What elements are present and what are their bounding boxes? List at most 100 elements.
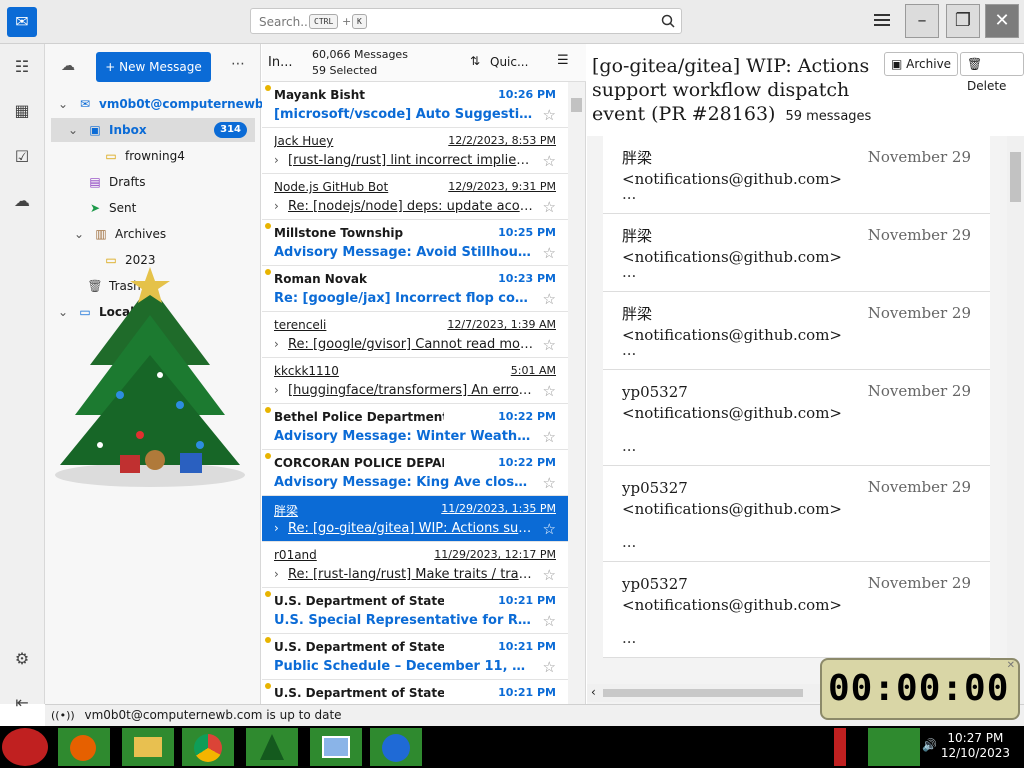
firefox-taskbar-icon[interactable] bbox=[58, 728, 110, 766]
collapse-spaces-icon[interactable]: ⇤ bbox=[11, 692, 33, 714]
message-sender: Jack Huey bbox=[274, 134, 334, 148]
message-row[interactable]: Jack Huey 12/2/2023, 8:53 PM › [rust-lang/r… bbox=[262, 128, 568, 174]
minimize-button[interactable]: – bbox=[905, 4, 939, 38]
volume-icon[interactable]: 🔊 bbox=[922, 738, 937, 752]
settings-gear-icon[interactable]: ⚙ bbox=[11, 648, 33, 670]
image-viewer-taskbar-icon[interactable] bbox=[310, 728, 362, 766]
thread-message-card[interactable]: yp05327 <notifications@github.com> Novemb… bbox=[603, 466, 990, 562]
thread-chevron-icon[interactable]: › bbox=[274, 337, 279, 351]
message-date: 11/29/2023, 12:17 PM bbox=[434, 548, 556, 561]
message-row[interactable]: Millstone Township 10:25 PM Advisory Messa… bbox=[262, 220, 568, 266]
message-sender: U.S. Department of State bbox=[274, 686, 444, 700]
message-row[interactable]: kkckk1110 5:01 AM › [huggingface/transforme… bbox=[262, 358, 568, 404]
folder-sent[interactable]: ➤ Sent bbox=[87, 196, 136, 220]
tray-indicator[interactable] bbox=[834, 728, 846, 766]
star-icon[interactable]: ☆ bbox=[543, 428, 556, 446]
folder-archives[interactable]: ⌄ ▥ Archives bbox=[71, 222, 166, 246]
folder-frowning4-label: frowning4 bbox=[125, 149, 185, 163]
tray-network-icon[interactable] bbox=[868, 728, 920, 766]
message-row[interactable]: U.S. Department of State 10:21 PM U.S. Spe… bbox=[262, 588, 568, 634]
delete-icon: 🗑 bbox=[967, 57, 983, 71]
scroll-thumb[interactable] bbox=[571, 98, 582, 112]
thread-scrollbar[interactable] bbox=[1007, 136, 1024, 704]
thread-message-snippet: ... bbox=[622, 263, 637, 281]
tasks-icon[interactable]: ☑ bbox=[11, 146, 33, 168]
new-message-button[interactable]: + New Message bbox=[96, 52, 211, 82]
star-icon[interactable]: ☆ bbox=[543, 520, 556, 538]
thread-chevron-icon[interactable]: › bbox=[274, 521, 279, 535]
start-button-santa-icon[interactable] bbox=[2, 728, 48, 766]
message-sender: Mayank Bisht bbox=[274, 88, 365, 102]
message-row[interactable]: Bethel Police Department AK 10:22 PM Advis… bbox=[262, 404, 568, 450]
message-list-scrollbar[interactable] bbox=[568, 82, 585, 704]
countdown-timer-widget[interactable]: 00:00:00 ✕ bbox=[820, 658, 1020, 720]
delete-button[interactable]: 🗑 Delete bbox=[960, 52, 1024, 93]
hscroll-thumb[interactable] bbox=[603, 689, 803, 697]
folder-pane-more-icon[interactable]: ⋯ bbox=[231, 56, 245, 72]
account-item[interactable]: ⌄ ✉ vm0b0t@computernewb... bbox=[55, 92, 277, 116]
archive-button[interactable]: ▣ Archive bbox=[884, 52, 959, 76]
taskbar-clock[interactable]: 10:27 PM 12/10/2023 bbox=[941, 731, 1010, 761]
timer-close-icon[interactable]: ✕ bbox=[1007, 660, 1015, 671]
folder-inbox[interactable]: ⌄ ▣ Inbox 314 bbox=[51, 118, 255, 142]
folder-drafts[interactable]: ▤ Drafts bbox=[87, 170, 145, 194]
star-icon[interactable]: ☆ bbox=[543, 658, 556, 676]
unread-dot bbox=[265, 453, 271, 459]
star-icon[interactable]: ☆ bbox=[543, 612, 556, 630]
list-display-options-icon[interactable]: ☰ bbox=[557, 53, 569, 68]
search-icon[interactable] bbox=[661, 14, 675, 28]
message-row[interactable]: terenceli 12/7/2023, 1:39 AM › Re: [google/… bbox=[262, 312, 568, 358]
thread-message-card[interactable]: 胖梁 <notifications@github.com> November 29… bbox=[603, 214, 990, 292]
star-icon[interactable]: ☆ bbox=[543, 106, 556, 124]
thread-message-date: November 29 bbox=[867, 382, 971, 400]
thread-chevron-icon[interactable]: › bbox=[274, 567, 279, 581]
message-row[interactable]: 胖梁 11/29/2023, 1:35 PM › Re: [go-gitea/gite… bbox=[262, 496, 568, 542]
thread-message-card[interactable]: yp05327 <notifications@github.com> Novemb… bbox=[603, 370, 990, 466]
search-input[interactable]: Search... CTRL + K bbox=[250, 8, 682, 34]
thread-message-card[interactable]: 胖梁 <notifications@github.com> November 29… bbox=[603, 292, 990, 370]
star-icon[interactable]: ☆ bbox=[543, 382, 556, 400]
star-icon[interactable]: ☆ bbox=[543, 290, 556, 308]
thread-scroll-thumb[interactable] bbox=[1010, 152, 1021, 202]
message-date: 10:21 PM bbox=[498, 640, 556, 653]
star-icon[interactable]: ☆ bbox=[543, 474, 556, 492]
quick-filter-button[interactable]: Quic... bbox=[490, 55, 528, 69]
address-book-icon[interactable]: ☷ bbox=[11, 56, 33, 78]
chevron-left-icon[interactable]: ‹ bbox=[591, 685, 596, 699]
thread-chevron-icon[interactable]: › bbox=[274, 199, 279, 213]
christmas-tree-taskbar-icon[interactable] bbox=[246, 728, 298, 766]
thread-message-card[interactable]: 胖梁 <notifications@github.com> November 29… bbox=[603, 136, 990, 214]
message-subject: Advisory Message: Avoid Stillhouse goi..… bbox=[274, 245, 534, 260]
star-icon[interactable]: ☆ bbox=[543, 244, 556, 262]
star-icon[interactable]: ☆ bbox=[543, 152, 556, 170]
folder-frowning4[interactable]: ▭ frowning4 bbox=[103, 144, 185, 168]
thread-chevron-icon[interactable]: › bbox=[274, 153, 279, 167]
message-row[interactable]: CORCORAN POLICE DEPARTMENT 10:22 PM Adviso… bbox=[262, 450, 568, 496]
thread-chevron-icon[interactable]: › bbox=[274, 383, 279, 397]
messages-count: 60,066 Messages bbox=[312, 48, 408, 61]
app-menu-icon[interactable] bbox=[874, 12, 890, 28]
selected-count: 59 Selected bbox=[312, 64, 378, 77]
star-icon[interactable]: ☆ bbox=[543, 336, 556, 354]
message-row[interactable]: U.S. Department of State 10:21 PM Public S… bbox=[262, 634, 568, 680]
chrome-taskbar-icon[interactable] bbox=[182, 728, 234, 766]
restore-button[interactable]: ❐ bbox=[946, 4, 980, 38]
message-row[interactable]: r01and 11/29/2023, 12:17 PM › Re: [rust-lan… bbox=[262, 542, 568, 588]
message-date: 10:22 PM bbox=[498, 410, 556, 423]
get-messages-icon[interactable]: ☁ bbox=[61, 58, 75, 74]
calendar-icon[interactable]: ▦ bbox=[11, 100, 33, 122]
star-icon[interactable]: ☆ bbox=[543, 566, 556, 584]
thread-hscroll[interactable]: ‹ bbox=[587, 684, 822, 702]
message-row[interactable]: Mayank Bisht 10:26 PM [microsoft/vscode] A… bbox=[262, 82, 568, 128]
message-row[interactable]: Roman Novak 10:23 PM Re: [google/jax] Inco… bbox=[262, 266, 568, 312]
quick-filter-icon[interactable]: ⇅ bbox=[470, 54, 480, 68]
close-button[interactable]: ✕ bbox=[985, 4, 1019, 38]
chat-icon[interactable]: ☁ bbox=[11, 190, 33, 212]
unread-dot bbox=[265, 591, 271, 597]
app-logo-icon[interactable]: ✉ bbox=[7, 7, 37, 37]
message-row[interactable]: Node.js GitHub Bot 12/9/2023, 9:31 PM › Re:… bbox=[262, 174, 568, 220]
star-icon[interactable]: ☆ bbox=[543, 198, 556, 216]
file-explorer-taskbar-icon[interactable] bbox=[122, 728, 174, 766]
thread-message-card[interactable]: yp05327 <notifications@github.com> Novemb… bbox=[603, 562, 990, 658]
thunderbird-taskbar-icon[interactable] bbox=[370, 728, 422, 766]
